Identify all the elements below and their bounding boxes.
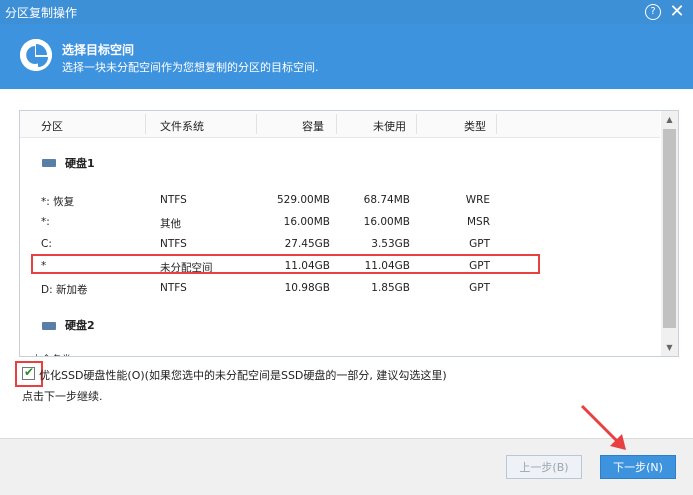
cell-capacity: 27.45GB <box>284 238 330 250</box>
cell-filesystem: 其他 <box>160 218 181 230</box>
col-divider <box>416 114 417 134</box>
cell-filesystem: NTFS <box>160 194 187 206</box>
highlight-box <box>31 254 540 274</box>
cell-filesystem: NTFS <box>160 282 187 294</box>
col-partition[interactable]: 分区 <box>41 118 63 134</box>
pointer-arrow-icon <box>580 404 626 450</box>
cell-partition: *: 恢复 <box>41 196 75 208</box>
step-header: 选择目标空间 选择一块未分配空间作为您想复制的分区的目标空间. <box>0 24 693 89</box>
continue-hint: 点击下一步继续. <box>22 390 103 403</box>
table-row[interactable]: *: 其他 16.00MB 16.00MB MSR <box>20 212 660 234</box>
table-row[interactable]: D: 新加卷 NTFS 10.98GB 1.85GB GPT <box>20 278 660 300</box>
cell-type: MSR <box>466 216 490 228</box>
col-unused[interactable]: 未使用 <box>373 118 406 134</box>
title-bar: 分区复制操作 ? ✕ <box>0 0 693 24</box>
ssd-optimize-label[interactable]: 优化SSD硬盘性能(O)(如果您选中的未分配空间是SSD硬盘的一部分, 建议勾选… <box>39 367 447 383</box>
cell-unused: 68.74MB <box>363 194 410 206</box>
prev-button[interactable]: 上一步(B) <box>506 455 582 479</box>
table-row[interactable]: *: 恢复 NTFS 529.00MB 68.74MB WRE <box>20 190 660 212</box>
cell-unused: 3.53GB <box>371 238 410 250</box>
col-divider <box>145 114 146 134</box>
partial-row-cut: *: 未命名卷 NTFS ... ... ... <box>20 351 660 356</box>
window-title: 分区复制操作 <box>5 6 78 20</box>
scroll-thumb[interactable] <box>663 129 676 328</box>
cell-partition: D: 新加卷 <box>41 284 88 296</box>
cell-unused: 1.85GB <box>371 282 410 294</box>
table-row[interactable]: C: NTFS 27.45GB 3.53GB GPT <box>20 234 660 256</box>
vertical-scrollbar[interactable]: ▲ ▼ <box>661 111 678 356</box>
col-divider <box>496 114 497 134</box>
col-type[interactable]: 类型 <box>464 118 486 134</box>
help-icon[interactable]: ? <box>645 4 661 20</box>
cell-capacity: 16.00MB <box>283 216 330 228</box>
col-divider <box>256 114 257 134</box>
cell-type: GPT <box>469 238 490 250</box>
disk-label: 硬盘2 <box>65 319 95 332</box>
disk-icon <box>42 159 56 167</box>
close-icon[interactable]: ✕ <box>668 3 686 21</box>
cell-partition: C: <box>41 238 52 250</box>
cell-partition: *: <box>41 216 50 228</box>
col-divider <box>336 114 337 134</box>
disk-icon <box>42 322 56 330</box>
cell-filesystem: NTFS <box>160 238 187 250</box>
partition-table: 分区 文件系统 容量 未使用 类型 硬盘1 *: 恢复 NTFS 529.00M… <box>19 110 679 357</box>
cell-capacity: 529.00MB <box>276 194 330 206</box>
cell-type: GPT <box>469 282 490 294</box>
table-header: 分区 文件系统 容量 未使用 类型 <box>20 111 660 138</box>
scroll-up-icon[interactable]: ▲ <box>661 111 678 128</box>
cell-type: WRE <box>465 194 490 206</box>
col-capacity[interactable]: 容量 <box>302 118 324 134</box>
cell-unused: 16.00MB <box>363 216 410 228</box>
step-subtitle: 选择一块未分配空间作为您想复制的分区的目标空间. <box>62 61 319 74</box>
cell-capacity: 10.98GB <box>284 282 330 294</box>
partition-copy-icon <box>20 39 52 71</box>
disk-label: 硬盘1 <box>65 157 95 170</box>
next-button[interactable]: 下一步(N) <box>600 455 676 479</box>
step-title: 选择目标空间 <box>62 43 135 57</box>
scroll-down-icon[interactable]: ▼ <box>661 339 678 356</box>
col-filesystem[interactable]: 文件系统 <box>160 118 204 134</box>
